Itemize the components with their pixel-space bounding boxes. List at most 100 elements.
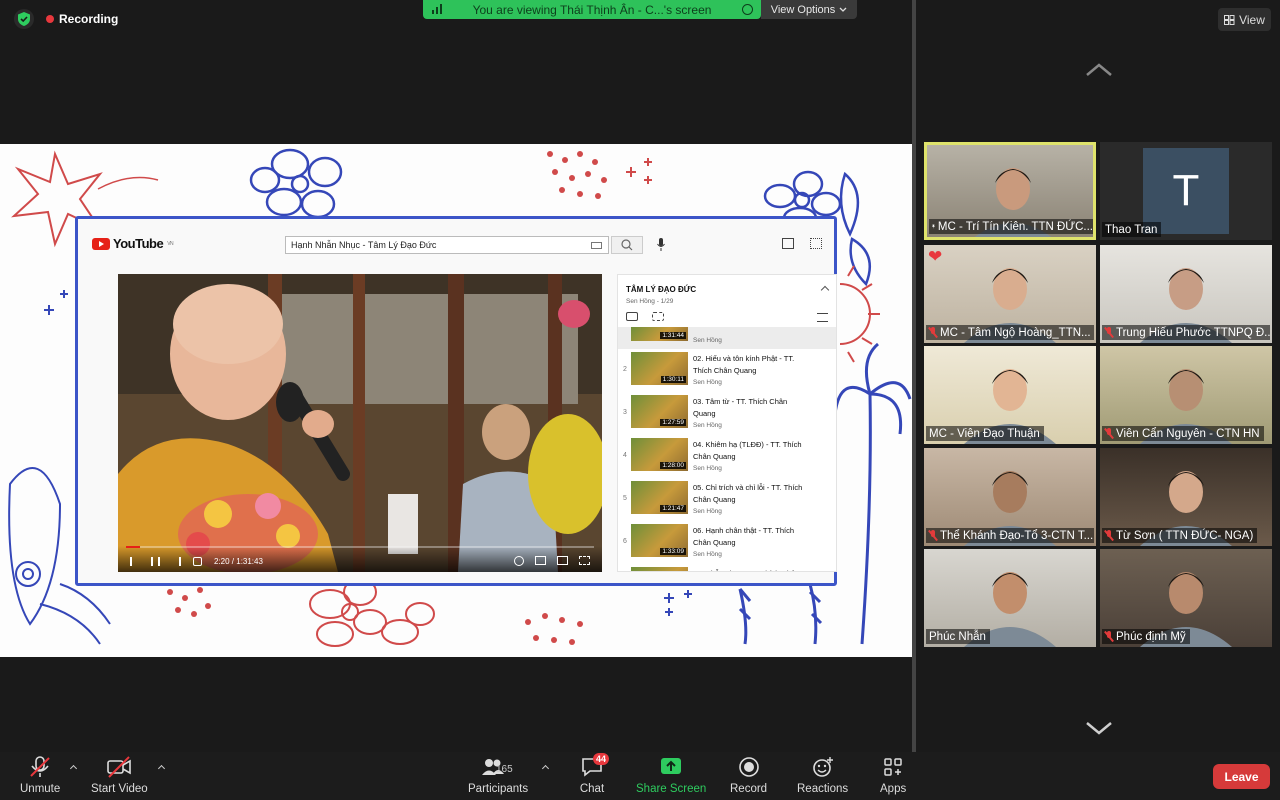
playlist-item[interactable]: 07. Nhẫn nhục - TT. Thích Chân [618,564,836,571]
playlist-title[interactable]: TÂM LÝ ĐẠO ĐỨC [626,285,696,294]
participant-tile[interactable]: Trung Hiếu Phước TTNPQ Đ... [1100,245,1272,343]
microphone-icon[interactable] [657,238,665,252]
muted-microphone-icon [1105,631,1113,642]
participant-tile[interactable]: Từ Sơn ( TTN ĐỨC- NGA) [1100,448,1272,546]
playlist-item[interactable]: 1:31:44 Sen Hồng [618,327,836,349]
playlist-item-author: Sen Hồng [693,465,722,472]
start-video-label: Start Video [91,783,148,795]
playlist-item-thumbnail[interactable]: 1:31:44 [631,327,688,341]
collapse-caret-icon[interactable] [820,285,830,295]
participant-tile[interactable]: Viên Cẩn Nguyên - CTN HN [1100,346,1272,444]
view-options-label: View Options [770,3,836,16]
participant-tile[interactable]: Phúc Nhẫn [924,549,1096,647]
fullscreen-icon[interactable] [579,556,590,565]
create-video-icon[interactable] [782,238,794,249]
playlist-item-title[interactable]: 02. Hiếu và tôn kính Phật - TT. Thích Ch… [693,353,805,377]
playlist-item[interactable]: 5 1:21:47 05. Chỉ trích và chỉ lỗi - TT. T… [618,478,836,521]
panel-divider[interactable] [912,0,916,752]
player-progress-bar[interactable] [126,546,594,548]
playlist-item-title[interactable]: 04. Khiêm hạ (TLĐĐ) - TT. Thích Chân Qua… [693,439,805,463]
participant-name-label: Phúc Nhẫn [926,629,990,644]
playlist-item-thumbnail[interactable]: 1:30:11 [631,352,688,385]
playlist-item-author: Sen Hồng [693,508,722,515]
next-icon[interactable] [172,557,181,566]
playlist-item-author: Sen Hồng [693,422,722,429]
playlist-item-thumbnail[interactable]: 1:27:59 [631,395,688,428]
security-shield-icon[interactable] [14,9,34,29]
miniplayer-icon[interactable] [535,556,546,565]
unmute-label: Unmute [20,783,61,795]
reactions-button[interactable]: Reactions [797,756,848,795]
heart-reaction-icon: ❤ [928,247,943,266]
participants-caret-icon[interactable] [542,764,550,773]
playlist-item-number: 4 [623,452,627,459]
playlist-item-thumbnail[interactable]: 1:28:00 [631,438,688,471]
view-button-label: View [1239,12,1265,27]
gallery-page-up-icon[interactable] [1085,62,1113,78]
participants-count: 165 [496,764,513,775]
apps-grid-icon[interactable] [810,238,822,249]
participant-tile[interactable]: T Thao Tran [1100,142,1272,240]
reactions-icon [812,757,833,777]
playlist-item-thumbnail[interactable]: 1:21:47 [631,481,688,514]
video-off-icon [107,756,132,778]
participant-tile[interactable]: ❤ MC - Tâm Ngộ Hoàng_TTN... [924,245,1096,343]
playlist-item-title[interactable]: 07. Nhẫn nhục - TT. Thích Chân [693,568,805,571]
participant-name-label: Phúc định Mỹ [1102,629,1190,644]
loop-icon[interactable] [626,312,638,321]
share-screen-button[interactable]: Share Screen [636,756,706,795]
gallery-page-down-icon[interactable] [1085,720,1113,736]
playlist-item-title[interactable]: 05. Chỉ trích và chỉ lỗi - TT. Thích Châ… [693,482,805,506]
start-video-button[interactable]: Start Video [91,756,165,795]
participant-tile[interactable]: Phúc định Mỹ [1100,549,1272,647]
shuffle-icon[interactable] [652,312,664,321]
youtube-search-input[interactable]: Hạnh Nhẫn Nhục - Tâm Lý Đạo Đức [285,236,609,254]
playlist-item[interactable]: 4 1:28:00 04. Khiêm hạ (TLĐĐ) - TT. Thích … [618,435,836,478]
youtube-play-logo-icon [92,237,110,250]
unmute-button[interactable]: Unmute [20,756,78,795]
playlist-items: 1:31:44 Sen Hồng 2 1:30:11 02. Hiếu và tôn k… [618,327,836,571]
theater-mode-icon[interactable] [557,556,568,565]
record-icon [738,757,759,777]
apps-button[interactable]: Apps [880,756,906,795]
share-screen-icon [661,758,682,774]
video-player[interactable]: 2:20 / 1:31:43 [118,274,602,572]
participant-name: Thể Khánh Đạo-Tổ 3-CTN T... [940,529,1094,542]
playlist-item-author: Sen Hồng [693,337,722,344]
participant-name: Phúc định Mỹ [1116,630,1186,643]
youtube-search-button[interactable] [611,236,643,254]
youtube-logo[interactable]: YouTube VN [92,236,174,251]
playlist-item-title[interactable]: 06. Hạnh chân thật - TT. Thích Chân Quan… [693,525,805,549]
playlist-item[interactable]: 2 1:30:11 02. Hiếu và tôn kính Phật - TT. … [618,349,836,392]
participant-tile[interactable]: MC - Trí Tín Kiên. TTN ĐỨC... [924,142,1096,240]
settings-icon[interactable] [514,556,524,566]
chat-button[interactable]: 44 Chat [579,753,610,795]
playlist-item-title[interactable]: 03. Tâm từ - TT. Thích Chân Quang [693,396,805,420]
video-options-caret-icon[interactable] [157,764,165,773]
keyboard-icon[interactable] [591,242,602,249]
record-button[interactable]: Record [730,756,767,795]
participant-name-label: Thể Khánh Đạo-Tổ 3-CTN T... [926,528,1094,543]
playlist-item-number: 6 [623,538,627,545]
recording-indicator[interactable]: Recording [46,12,118,26]
participant-tile[interactable]: MC - Viên Đạo Thuận [924,346,1096,444]
volume-icon[interactable] [193,557,202,566]
playlist-item[interactable]: 6 1:33:09 06. Hạnh chân thật - TT. Thích C… [618,521,836,564]
playlist-item-thumbnail[interactable]: 1:33:09 [631,524,688,557]
playlist-item-thumbnail[interactable] [631,567,688,571]
participant-name: Thao Tran [1105,223,1158,236]
playlist-item[interactable]: 3 1:27:59 03. Tâm từ - TT. Thích Chân Quan… [618,392,836,435]
pause-icon[interactable] [151,557,160,566]
save-playlist-icon[interactable] [817,313,828,322]
playlist-item-duration: 1:33:09 [660,548,686,555]
participant-tile[interactable]: Thể Khánh Đạo-Tổ 3-CTN T... [924,448,1096,546]
view-button[interactable]: View [1218,8,1271,31]
muted-microphone-icon [1105,530,1113,541]
youtube-search-value: Hạnh Nhẫn Nhục - Tâm Lý Đạo Đức [291,240,437,250]
leave-button[interactable]: Leave [1213,764,1270,789]
participants-button[interactable]: 165 Participants [468,756,550,795]
previous-icon[interactable] [130,557,139,566]
view-options-button[interactable]: View Options [761,0,857,19]
playlist-item-duration: 1:30:11 [660,376,686,383]
audio-options-caret-icon[interactable] [70,764,78,773]
